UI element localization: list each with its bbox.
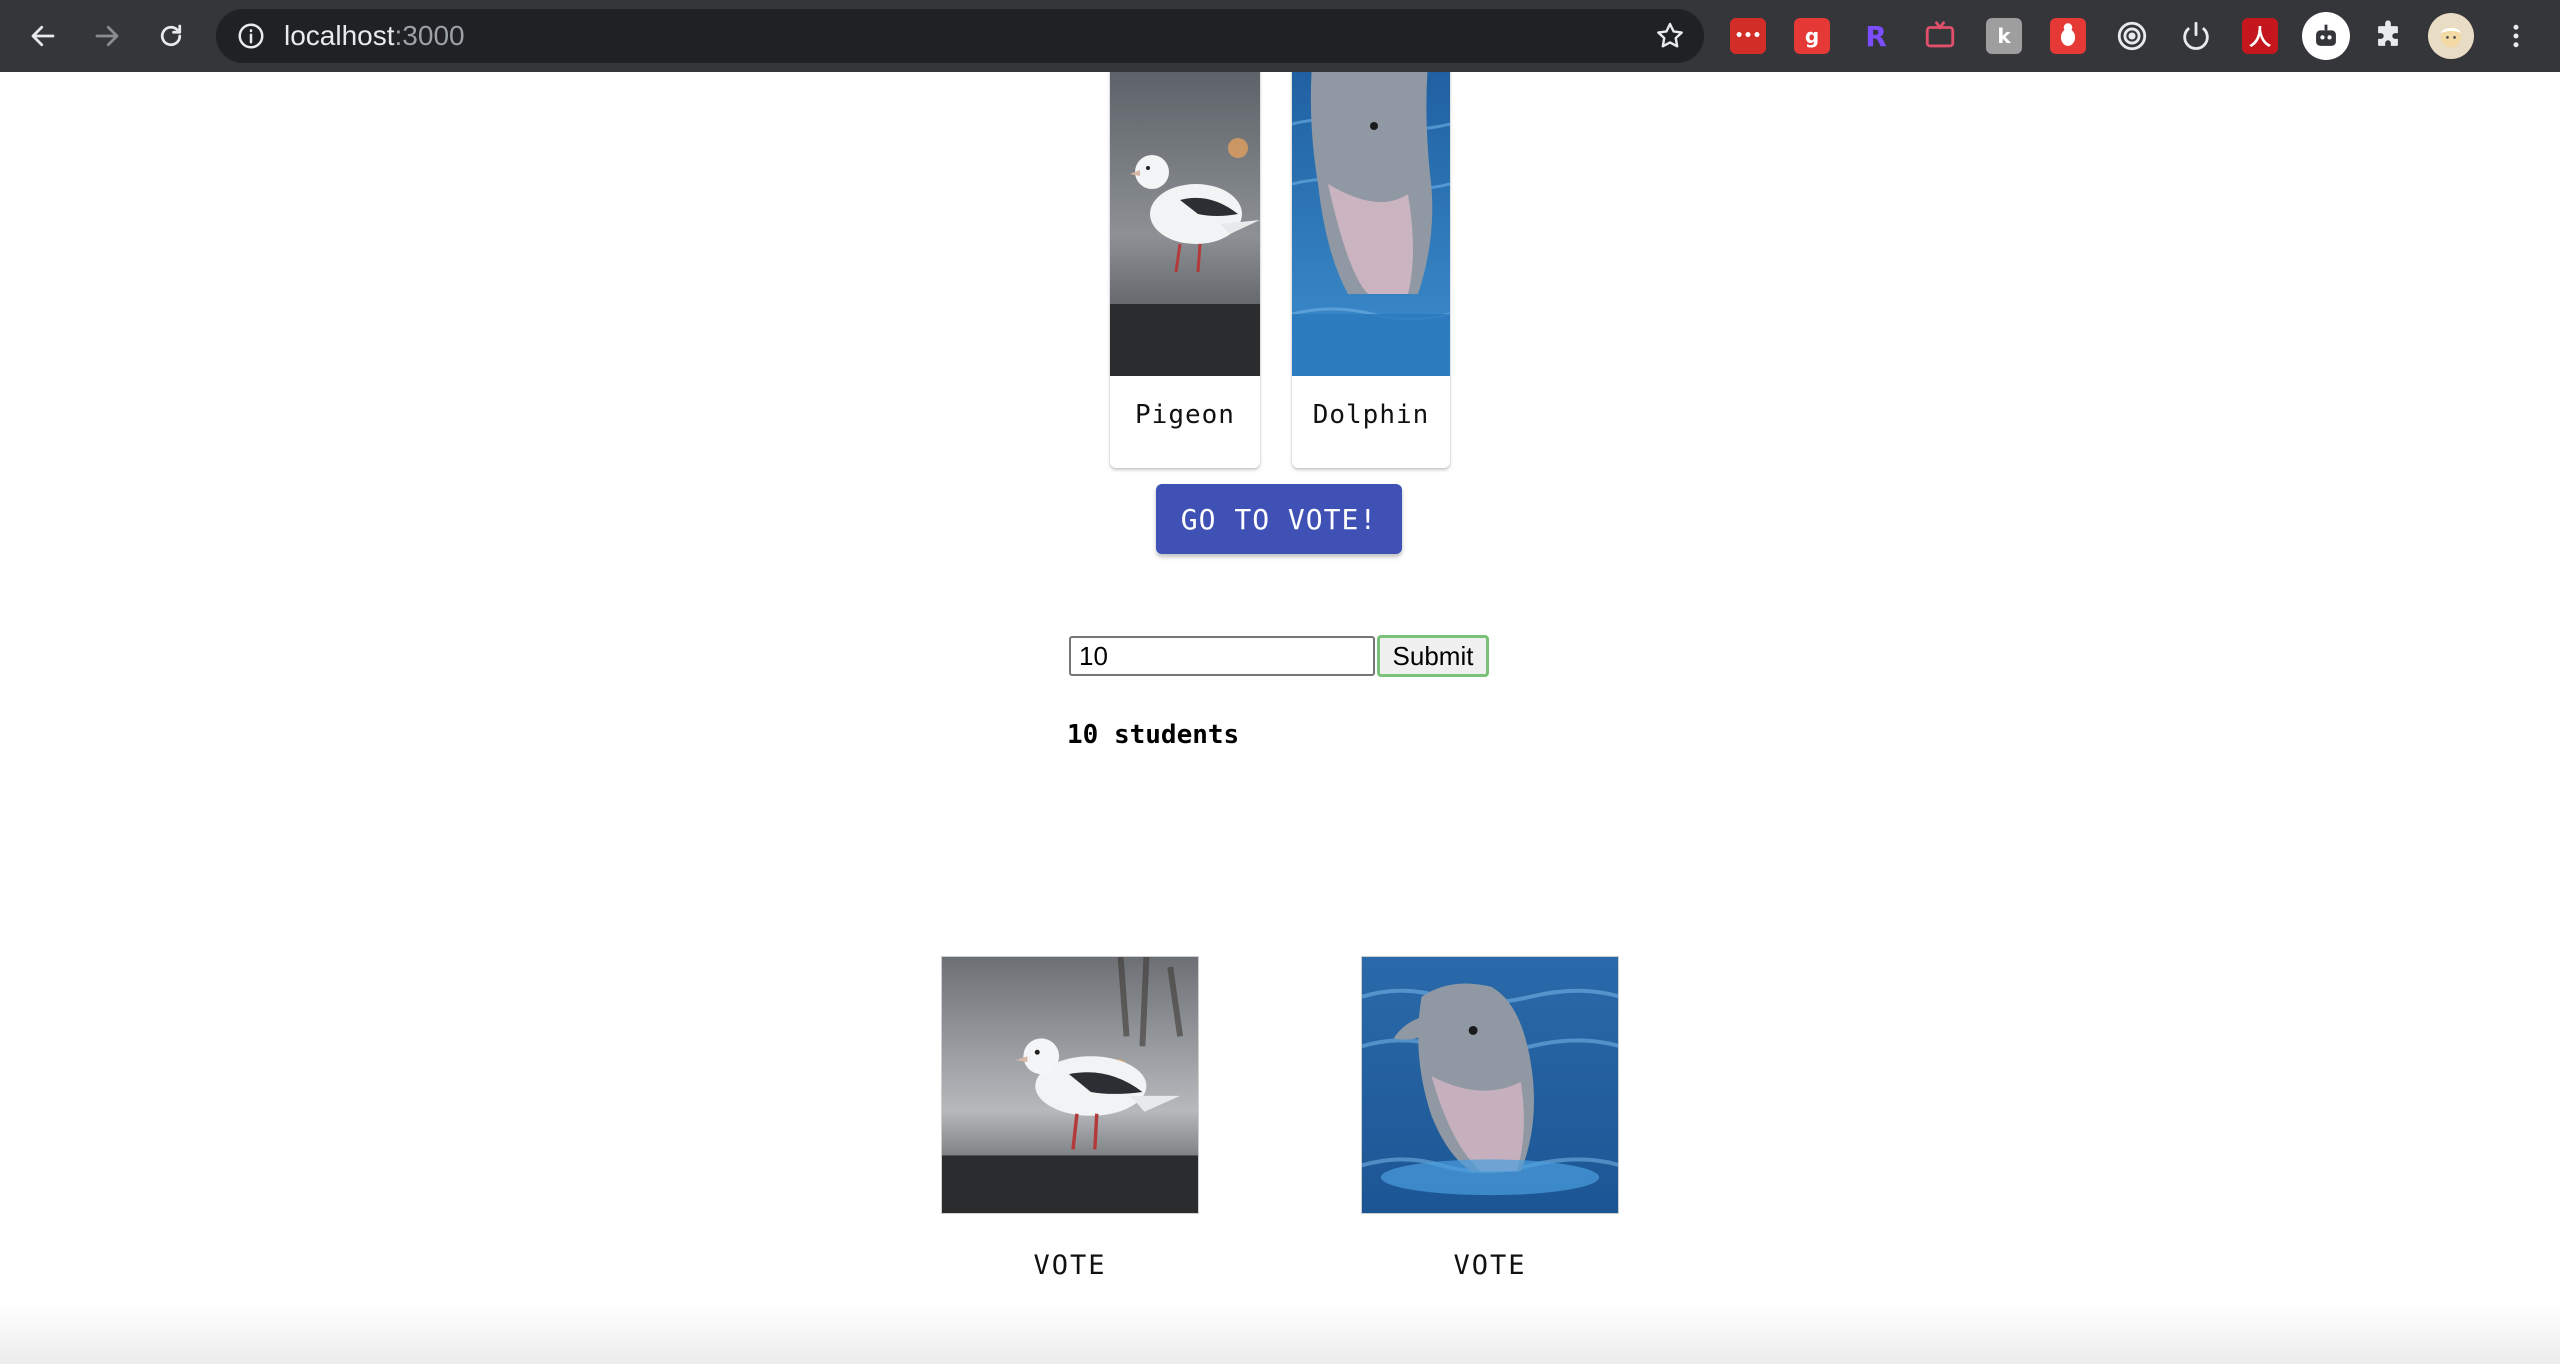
r-glyph: R [1865, 19, 1887, 53]
profile-avatar-icon[interactable] [2428, 13, 2474, 59]
bookmark-star-icon[interactable] [1654, 20, 1686, 52]
k-extension-icon[interactable]: k [1986, 18, 2022, 54]
dolphin-image [1292, 72, 1450, 376]
lastpass-icon[interactable]: ••• [1730, 18, 1766, 54]
chrome-menu-icon[interactable] [2494, 14, 2538, 58]
submit-button[interactable]: Submit [1377, 635, 1489, 677]
student-count-input[interactable] [1069, 636, 1375, 676]
reload-icon[interactable] [149, 14, 193, 58]
url-text: localhost:3000 [284, 20, 465, 52]
go-to-vote-button[interactable]: GO TO VOTE! [1156, 484, 1402, 554]
power-extension-icon[interactable] [2178, 18, 2214, 54]
tv-extension-icon[interactable] [1922, 18, 1958, 54]
card-label-dolphin: Dolphin [1312, 400, 1430, 430]
vote-pigeon-image[interactable] [941, 956, 1199, 1214]
pigeon-image [1110, 72, 1260, 376]
lastpass-glyph: ••• [1734, 28, 1762, 44]
address-bar[interactable]: localhost:3000 [216, 9, 1704, 63]
animal-card-pigeon[interactable]: Pigeon [1110, 72, 1260, 468]
vote-option-pigeon: VOTE [941, 956, 1199, 1281]
url-host: localhost [284, 20, 395, 51]
back-arrow-icon[interactable] [21, 14, 65, 58]
adobe-acrobat-icon[interactable]: 人 [2242, 18, 2278, 54]
vote-dolphin-image[interactable] [1361, 956, 1619, 1214]
forward-arrow-icon[interactable] [85, 14, 129, 58]
robot-extension-icon[interactable] [2302, 12, 2350, 60]
grammar-glyph: g [1804, 24, 1820, 48]
puzzle-extensions-icon[interactable] [2370, 18, 2406, 54]
browser-toolbar: localhost:3000 ••• g R k 人 [0, 0, 2560, 72]
acrobat-glyph: 人 [2248, 26, 2271, 51]
k-glyph: k [1997, 24, 2011, 48]
r-extension-icon[interactable]: R [1858, 18, 1894, 54]
card-label-pigeon: Pigeon [1135, 400, 1235, 430]
vote-button-pigeon[interactable]: VOTE [941, 1250, 1199, 1281]
animal-card-dolphin[interactable]: Dolphin [1292, 72, 1450, 468]
grammar-extension-icon[interactable]: g [1794, 18, 1830, 54]
site-info-icon[interactable] [236, 21, 266, 51]
url-port: :3000 [394, 20, 465, 51]
bug-extension-icon[interactable] [2050, 18, 2086, 54]
target-extension-icon[interactable] [2114, 18, 2150, 54]
page-content: Pigeon Dolphin GO TO VOTE! 10 Submit 10 … [0, 72, 2560, 1364]
vote-option-dolphin: VOTE [1361, 956, 1619, 1281]
vote-button-dolphin[interactable]: VOTE [1361, 1250, 1619, 1281]
bottom-shadow [0, 1304, 2560, 1364]
student-count-text: 10 students [1067, 720, 1240, 750]
